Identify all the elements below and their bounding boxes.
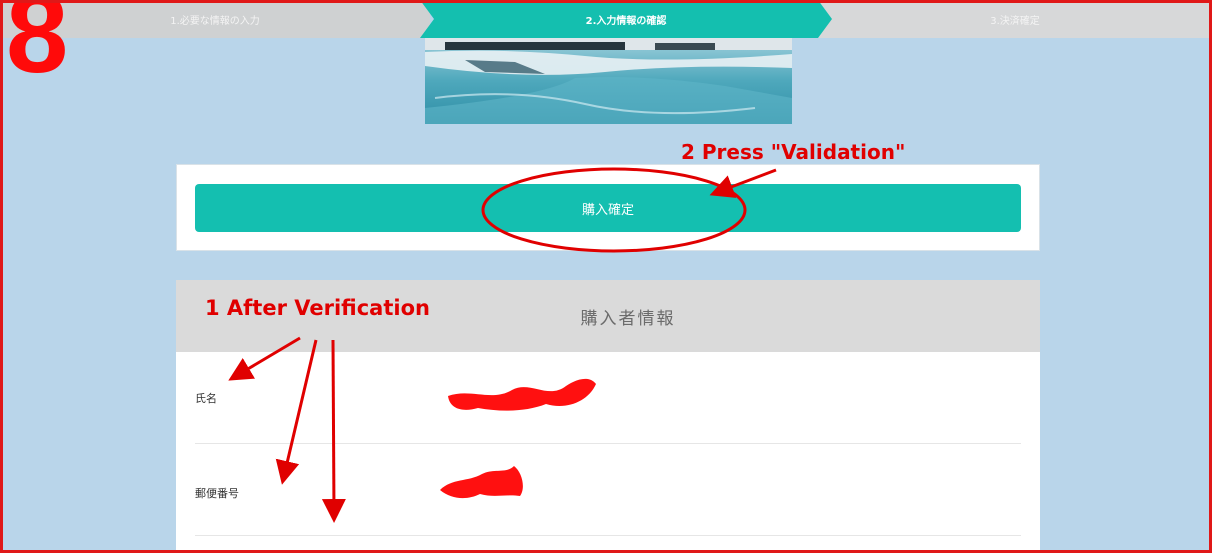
step-label: 3.決済確定	[990, 15, 1040, 27]
step-confirm-active: 2.入力情報の確認	[420, 0, 832, 38]
hero-image	[425, 38, 792, 124]
tutorial-step-number: 8	[6, 0, 69, 96]
annotation-after-verification: 1 After Verification	[205, 296, 430, 320]
field-label-name: 氏名	[195, 392, 217, 405]
purchase-confirm-button[interactable]: 購入確定	[195, 184, 1021, 232]
field-label-postal-code: 郵便番号	[195, 487, 239, 500]
buyer-info-title: 購入者情報	[580, 308, 676, 329]
field-row-name: 氏名	[195, 352, 1021, 444]
field-row-postal-code: 郵便番号	[195, 443, 1021, 536]
step-label: 1.必要な情報の入力	[170, 15, 260, 27]
annotation-press-validation: 2 Press "Validation"	[681, 140, 906, 164]
checkout-step-bar: 1.必要な情報の入力 3.決済確定 2.入力情報の確認	[0, 0, 1212, 38]
buyer-info-panel: 購入者情報 氏名 郵便番号	[176, 280, 1040, 553]
step-payment: 3.決済確定	[818, 0, 1212, 38]
step-label: 2.入力情報の確認	[585, 15, 667, 27]
